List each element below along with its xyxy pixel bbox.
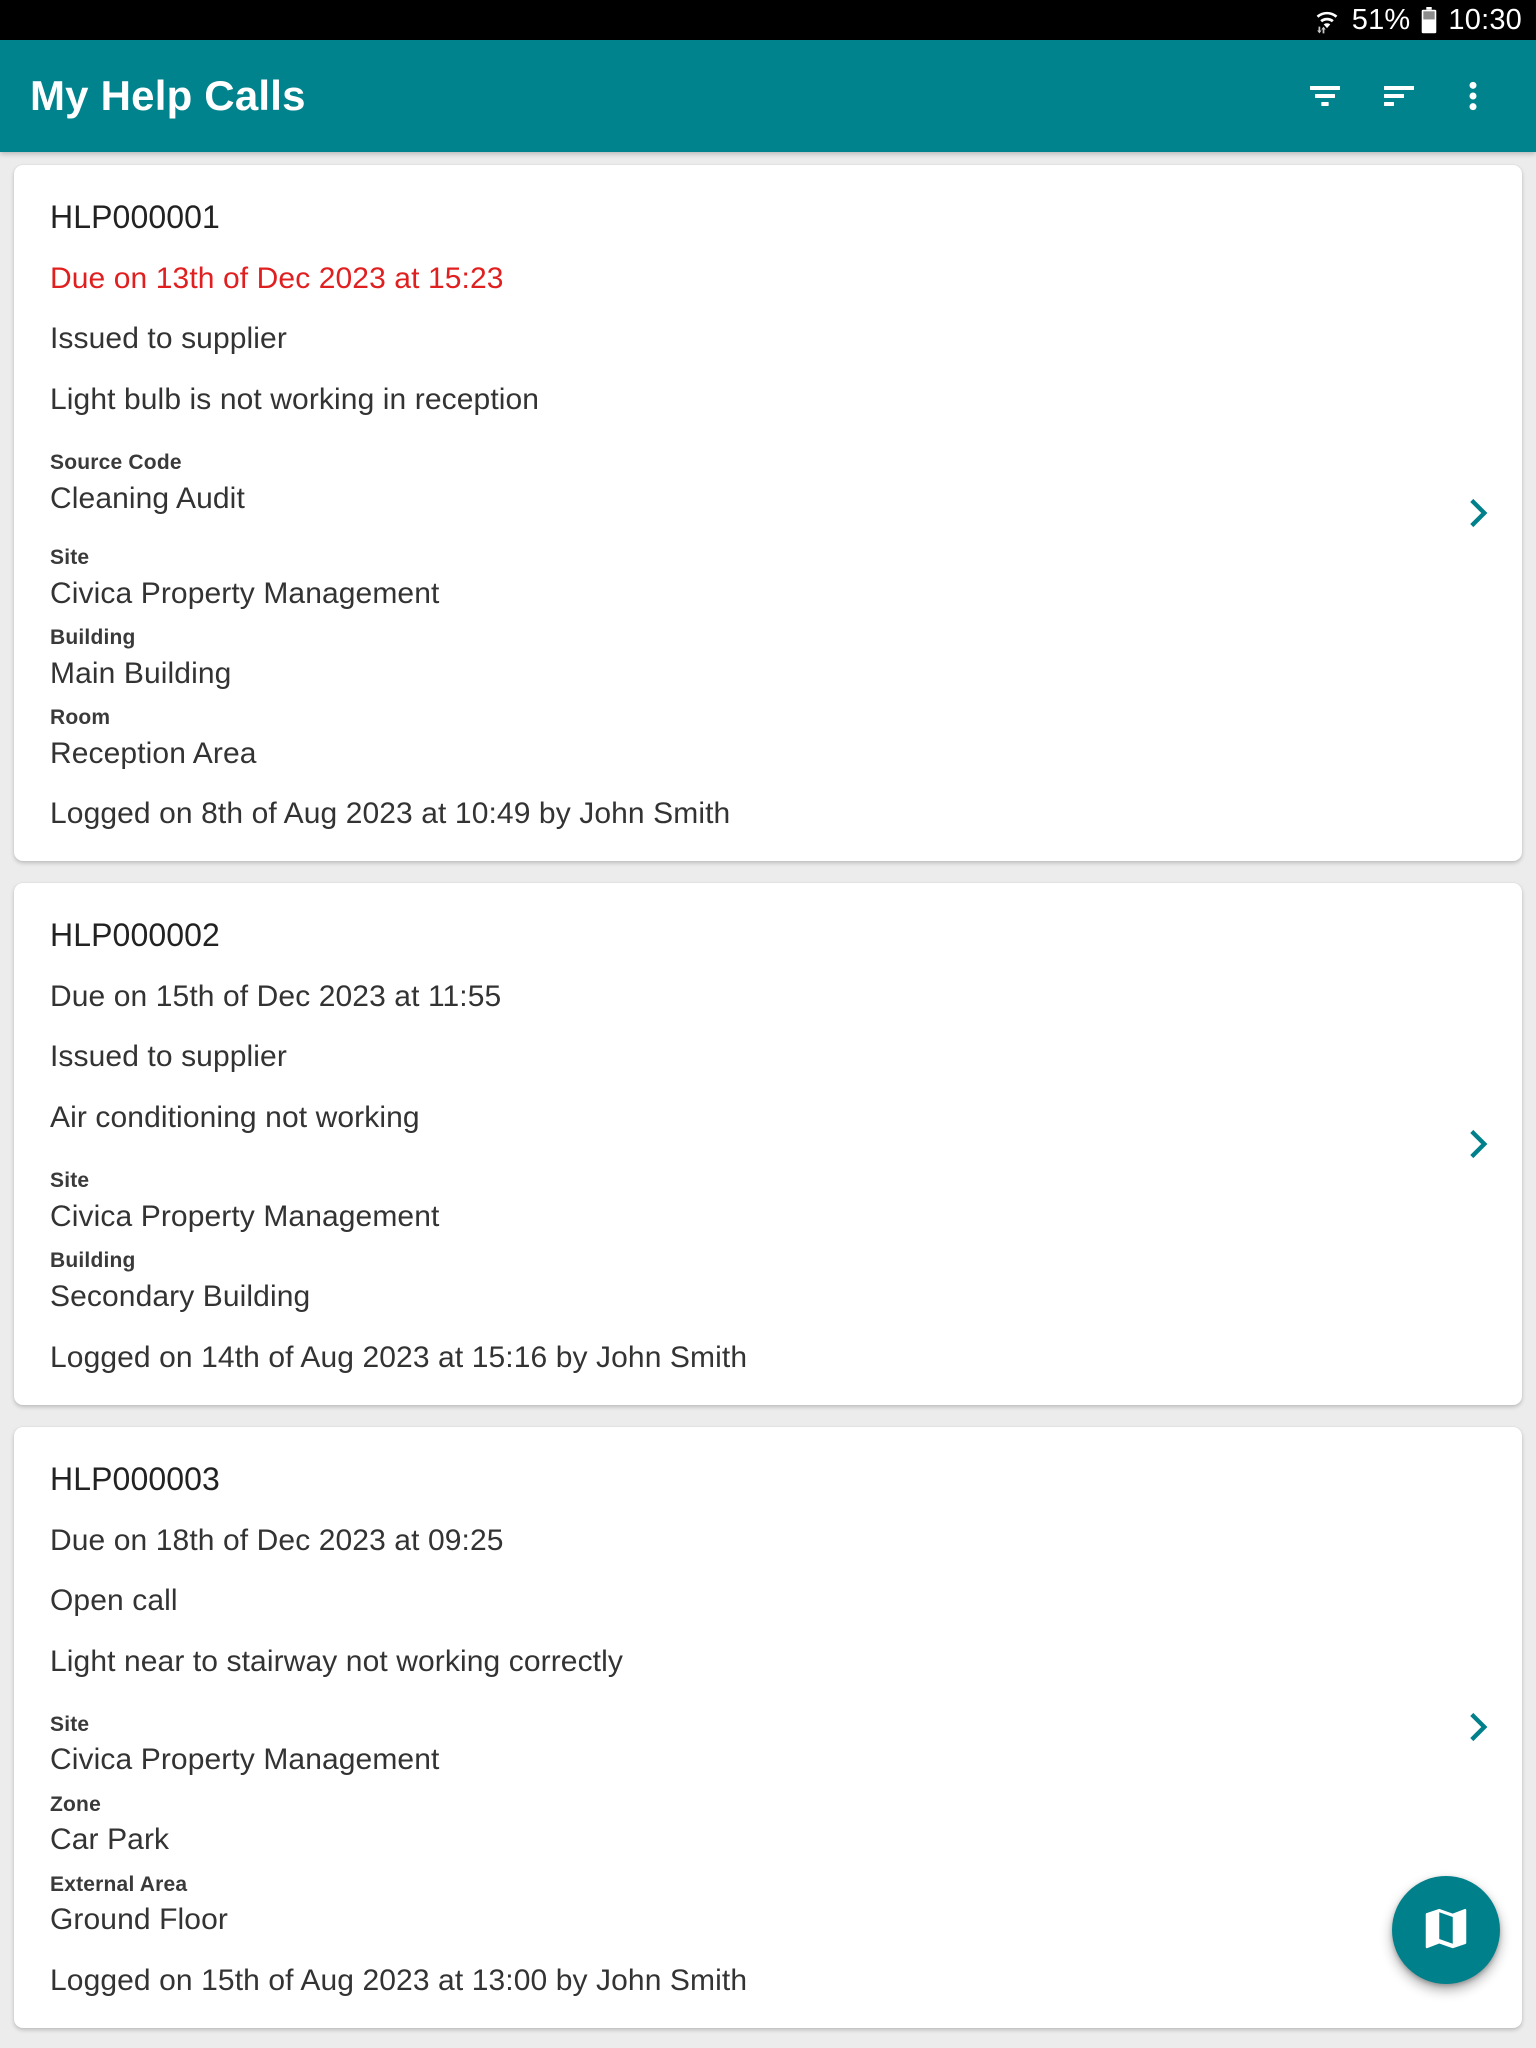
filter-icon[interactable]: [1288, 59, 1362, 133]
call-reference: HLP000001: [50, 199, 220, 235]
call-status: Issued to supplier: [50, 1040, 287, 1074]
field-value: Reception Area: [50, 736, 257, 770]
call-status: Open call: [50, 1583, 178, 1617]
call-logged-info: Logged on 14th of Aug 2023 at 15:16 by J…: [50, 1340, 748, 1374]
overflow-menu-icon[interactable]: [1436, 59, 1510, 133]
field-value: Cleaning Audit: [50, 481, 245, 515]
app-bar: My Help Calls: [0, 40, 1536, 152]
sort-icon[interactable]: [1362, 59, 1436, 133]
field-value: Ground Floor: [50, 1903, 228, 1937]
call-reference: HLP000002: [50, 917, 220, 954]
clock-label: 10:30: [1448, 3, 1522, 36]
field-label: Site: [50, 546, 90, 570]
call-detail-field: Source Code Cleaning Audit: [50, 447, 1452, 518]
call-detail-field: Site Civica Property Management: [50, 1165, 1452, 1236]
battery-icon: [1420, 6, 1438, 34]
call-detail-field: Building Secondary Building: [50, 1245, 1452, 1316]
call-description: Air conditioning not working: [50, 1101, 420, 1135]
field-label: Room: [50, 706, 111, 730]
wifi-icon: [1312, 5, 1342, 35]
call-detail-field: Building Main Building: [50, 622, 1452, 693]
call-due-date: Due on 18th of Dec 2023 at 09:25: [50, 1523, 504, 1557]
call-description: Light bulb is not working in reception: [50, 383, 540, 416]
field-label: Site: [50, 1169, 90, 1193]
field-value: Civica Property Management: [50, 1743, 440, 1777]
call-detail-fields: Site Civica Property Management Building Se…: [50, 1165, 1452, 1316]
call-due-date: Due on 13th of Dec 2023 at 15:23: [50, 262, 504, 295]
map-view-fab[interactable]: [1392, 1876, 1500, 1984]
field-label: Building: [50, 626, 136, 650]
call-logged-info: Logged on 15th of Aug 2023 at 13:00 by J…: [50, 1963, 748, 1997]
help-call-card[interactable]: HLP000002 Due on 15th of Dec 2023 at 11:5…: [14, 883, 1522, 1405]
chevron-right-icon[interactable]: [1456, 491, 1500, 535]
call-detail-field: Site Civica Property Management: [50, 542, 1452, 613]
call-detail-fields: Source Code Cleaning Audit Site Civica Prop…: [50, 447, 1452, 773]
help-call-card[interactable]: HLP000001 Due on 13th of Dec 2023 at 15:2…: [14, 165, 1522, 862]
field-label: Source Code: [50, 451, 182, 474]
field-value: Civica Property Management: [50, 1199, 440, 1233]
status-bar: 51% 10:30: [0, 0, 1536, 40]
page-title: My Help Calls: [30, 72, 306, 119]
app-bar-actions: [1288, 59, 1510, 133]
call-detail-field: External Area Ground Floor: [50, 1869, 1452, 1940]
call-detail-field: Room Reception Area: [50, 702, 1452, 773]
call-reference: HLP000003: [50, 1460, 220, 1497]
battery-percent-label: 51%: [1351, 3, 1411, 36]
map-icon: [1419, 1901, 1473, 1960]
field-label: External Area: [50, 1872, 188, 1896]
field-value: Civica Property Management: [50, 576, 440, 610]
call-detail-field: Zone Car Park: [50, 1789, 1452, 1860]
field-label: Zone: [50, 1792, 101, 1816]
field-value: Secondary Building: [50, 1279, 311, 1313]
call-logged-info: Logged on 8th of Aug 2023 at 10:49 by Jo…: [50, 797, 731, 831]
chevron-right-icon[interactable]: [1456, 1122, 1500, 1166]
field-value: Main Building: [50, 656, 232, 690]
call-due-date: Due on 15th of Dec 2023 at 11:55: [50, 980, 502, 1014]
help-call-card[interactable]: HLP000003 Due on 18th of Dec 2023 at 09:2…: [14, 1426, 1522, 2028]
field-value: Car Park: [50, 1823, 170, 1857]
field-label: Site: [50, 1712, 90, 1736]
call-status: Issued to supplier: [50, 322, 287, 355]
field-label: Building: [50, 1249, 136, 1273]
call-detail-field: Site Civica Property Management: [50, 1709, 1452, 1780]
call-detail-fields: Site Civica Property Management Zone Car Pa…: [50, 1709, 1452, 1940]
call-description: Light near to stairway not working corre…: [50, 1644, 623, 1678]
chevron-right-icon[interactable]: [1456, 1705, 1500, 1749]
help-call-list[interactable]: HLP000001 Due on 13th of Dec 2023 at 15:2…: [0, 152, 1536, 2048]
